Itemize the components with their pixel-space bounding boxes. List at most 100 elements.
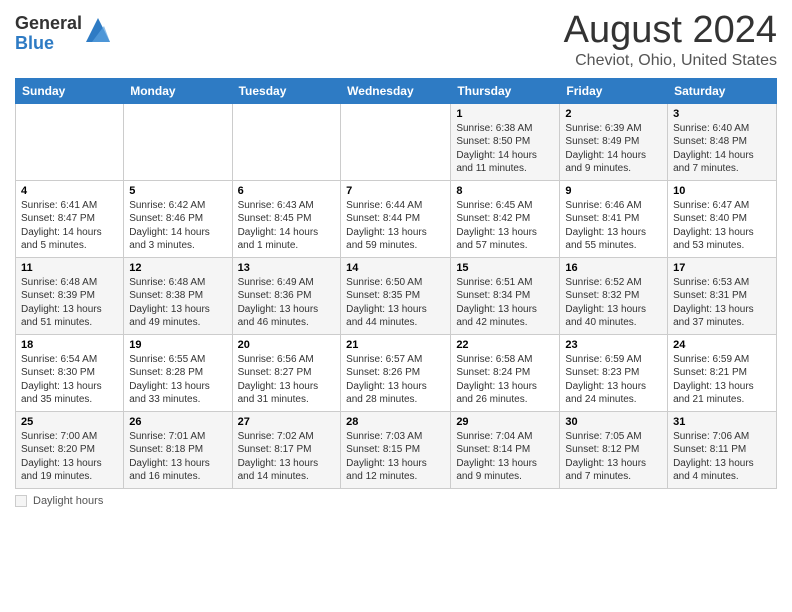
- day-header-monday: Monday: [124, 78, 232, 103]
- calendar-cell: 12Sunrise: 6:48 AM Sunset: 8:38 PM Dayli…: [124, 257, 232, 334]
- day-number: 27: [238, 416, 336, 428]
- day-header-friday: Friday: [560, 78, 668, 103]
- week-row-3: 11 Sunrise: 6:48 AM Sunset: 8:39 PM Dayli…: [16, 257, 777, 334]
- logo-text: General Blue: [15, 14, 82, 54]
- calendar-cell: 20Sunrise: 6:56 AM Sunset: 8:27 PM Dayli…: [232, 334, 341, 411]
- calendar-cell: 24Sunrise: 6:59 AM Sunset: 8:21 PM Dayli…: [668, 334, 777, 411]
- day-number: 23: [565, 339, 662, 351]
- day-info: Sunrise: 6:38 AM Sunset: 8:50 PM Dayligh…: [456, 122, 554, 176]
- main-title: August 2024: [564, 10, 777, 52]
- day-number: 10: [673, 185, 771, 197]
- day-info: Sunrise: 6:44 AM Sunset: 8:44 PM Dayligh…: [346, 199, 445, 253]
- day-info: Sunrise: 7:02 AM Sunset: 8:17 PM Dayligh…: [238, 430, 336, 484]
- day-number: 25: [21, 416, 118, 428]
- calendar-cell: 18 Sunrise: 6:54 AM Sunset: 8:30 PM Dayli…: [16, 334, 124, 411]
- week-row-4: 18 Sunrise: 6:54 AM Sunset: 8:30 PM Dayli…: [16, 334, 777, 411]
- day-number: 30: [565, 416, 662, 428]
- calendar-cell: 14Sunrise: 6:50 AM Sunset: 8:35 PM Dayli…: [341, 257, 451, 334]
- calendar-cell: 27 Sunrise: 7:02 AM Sunset: 8:17 PM Dayli…: [232, 411, 341, 488]
- day-info: Sunrise: 6:47 AM Sunset: 8:40 PM Dayligh…: [673, 199, 771, 253]
- page: General Blue August 2024 Cheviot, Ohio, …: [0, 0, 792, 612]
- day-info: Sunrise: 6:58 AM Sunset: 8:24 PM Dayligh…: [456, 353, 554, 407]
- day-info: Sunrise: 6:50 AM Sunset: 8:35 PM Dayligh…: [346, 276, 445, 330]
- day-header-wednesday: Wednesday: [341, 78, 451, 103]
- calendar-cell: 22Sunrise: 6:58 AM Sunset: 8:24 PM Dayli…: [451, 334, 560, 411]
- calendar-cell: 1 Sunrise: 6:38 AM Sunset: 8:50 PM Daylig…: [451, 103, 560, 180]
- day-number: 18: [21, 339, 118, 351]
- day-number: 20: [238, 339, 336, 351]
- day-number: 11: [21, 262, 118, 274]
- calendar-cell: 30Sunrise: 7:05 AM Sunset: 8:12 PM Dayli…: [560, 411, 668, 488]
- calendar-cell: [16, 103, 124, 180]
- calendar-cell: 16 Sunrise: 6:52 AM Sunset: 8:32 PM Dayli…: [560, 257, 668, 334]
- day-number: 16: [565, 262, 662, 274]
- day-info: Sunrise: 6:46 AM Sunset: 8:41 PM Dayligh…: [565, 199, 662, 253]
- calendar-header: SundayMondayTuesdayWednesdayThursdayFrid…: [16, 78, 777, 103]
- day-number: 17: [673, 262, 771, 274]
- calendar-cell: [341, 103, 451, 180]
- logo: General Blue: [15, 14, 110, 54]
- day-info: Sunrise: 6:54 AM Sunset: 8:30 PM Dayligh…: [21, 353, 118, 407]
- footer-label: Daylight hours: [33, 495, 103, 507]
- week-row-5: 25Sunrise: 7:00 AM Sunset: 8:20 PM Dayli…: [16, 411, 777, 488]
- title-block: August 2024 Cheviot, Ohio, United States: [564, 10, 777, 70]
- week-row-2: 4 Sunrise: 6:41 AM Sunset: 8:47 PM Daylig…: [16, 180, 777, 257]
- day-number: 1: [456, 108, 554, 120]
- day-info: Sunrise: 6:40 AM Sunset: 8:48 PM Dayligh…: [673, 122, 771, 176]
- calendar-cell: 25Sunrise: 7:00 AM Sunset: 8:20 PM Dayli…: [16, 411, 124, 488]
- calendar-body: 1 Sunrise: 6:38 AM Sunset: 8:50 PM Daylig…: [16, 103, 777, 488]
- day-header-row: SundayMondayTuesdayWednesdayThursdayFrid…: [16, 78, 777, 103]
- header: General Blue August 2024 Cheviot, Ohio, …: [15, 10, 777, 70]
- calendar-cell: 10 Sunrise: 6:47 AM Sunset: 8:40 PM Dayli…: [668, 180, 777, 257]
- day-info: Sunrise: 6:41 AM Sunset: 8:47 PM Dayligh…: [21, 199, 118, 253]
- calendar-cell: 3 Sunrise: 6:40 AM Sunset: 8:48 PM Daylig…: [668, 103, 777, 180]
- calendar-cell: 2Sunrise: 6:39 AM Sunset: 8:49 PM Daylig…: [560, 103, 668, 180]
- day-header-saturday: Saturday: [668, 78, 777, 103]
- day-info: Sunrise: 7:04 AM Sunset: 8:14 PM Dayligh…: [456, 430, 554, 484]
- day-info: Sunrise: 7:06 AM Sunset: 8:11 PM Dayligh…: [673, 430, 771, 484]
- day-number: 21: [346, 339, 445, 351]
- day-info: Sunrise: 6:48 AM Sunset: 8:38 PM Dayligh…: [129, 276, 226, 330]
- day-info: Sunrise: 6:39 AM Sunset: 8:49 PM Dayligh…: [565, 122, 662, 176]
- week-row-1: 1 Sunrise: 6:38 AM Sunset: 8:50 PM Daylig…: [16, 103, 777, 180]
- day-number: 4: [21, 185, 118, 197]
- day-number: 3: [673, 108, 771, 120]
- footer: Daylight hours: [15, 495, 777, 507]
- calendar-cell: 17 Sunrise: 6:53 AM Sunset: 8:31 PM Dayli…: [668, 257, 777, 334]
- day-number: 28: [346, 416, 445, 428]
- calendar-cell: 15 Sunrise: 6:51 AM Sunset: 8:34 PM Dayli…: [451, 257, 560, 334]
- calendar-cell: 29 Sunrise: 7:04 AM Sunset: 8:14 PM Dayli…: [451, 411, 560, 488]
- calendar-cell: 23Sunrise: 6:59 AM Sunset: 8:23 PM Dayli…: [560, 334, 668, 411]
- day-number: 8: [456, 185, 554, 197]
- calendar-cell: 11 Sunrise: 6:48 AM Sunset: 8:39 PM Dayli…: [16, 257, 124, 334]
- calendar-cell: [232, 103, 341, 180]
- calendar-cell: 9 Sunrise: 6:46 AM Sunset: 8:41 PM Daylig…: [560, 180, 668, 257]
- logo-general-text: General: [15, 14, 82, 34]
- day-number: 15: [456, 262, 554, 274]
- day-info: Sunrise: 6:52 AM Sunset: 8:32 PM Dayligh…: [565, 276, 662, 330]
- day-info: Sunrise: 6:42 AM Sunset: 8:46 PM Dayligh…: [129, 199, 226, 253]
- calendar-cell: 31 Sunrise: 7:06 AM Sunset: 8:11 PM Dayli…: [668, 411, 777, 488]
- calendar-cell: 8 Sunrise: 6:45 AM Sunset: 8:42 PM Daylig…: [451, 180, 560, 257]
- day-info: Sunrise: 6:48 AM Sunset: 8:39 PM Dayligh…: [21, 276, 118, 330]
- logo-blue-text: Blue: [15, 34, 82, 54]
- day-number: 9: [565, 185, 662, 197]
- day-number: 29: [456, 416, 554, 428]
- day-info: Sunrise: 6:55 AM Sunset: 8:28 PM Dayligh…: [129, 353, 226, 407]
- day-info: Sunrise: 6:53 AM Sunset: 8:31 PM Dayligh…: [673, 276, 771, 330]
- day-info: Sunrise: 6:45 AM Sunset: 8:42 PM Dayligh…: [456, 199, 554, 253]
- calendar-cell: 13Sunrise: 6:49 AM Sunset: 8:36 PM Dayli…: [232, 257, 341, 334]
- calendar-cell: [124, 103, 232, 180]
- day-number: 13: [238, 262, 336, 274]
- calendar-cell: 26Sunrise: 7:01 AM Sunset: 8:18 PM Dayli…: [124, 411, 232, 488]
- day-number: 6: [238, 185, 336, 197]
- calendar-cell: 19 Sunrise: 6:55 AM Sunset: 8:28 PM Dayli…: [124, 334, 232, 411]
- day-info: Sunrise: 6:57 AM Sunset: 8:26 PM Dayligh…: [346, 353, 445, 407]
- footer-dot: [15, 495, 27, 507]
- day-number: 19: [129, 339, 226, 351]
- day-info: Sunrise: 6:51 AM Sunset: 8:34 PM Dayligh…: [456, 276, 554, 330]
- calendar-cell: 7Sunrise: 6:44 AM Sunset: 8:44 PM Daylig…: [341, 180, 451, 257]
- day-info: Sunrise: 6:59 AM Sunset: 8:21 PM Dayligh…: [673, 353, 771, 407]
- day-number: 31: [673, 416, 771, 428]
- day-info: Sunrise: 7:01 AM Sunset: 8:18 PM Dayligh…: [129, 430, 226, 484]
